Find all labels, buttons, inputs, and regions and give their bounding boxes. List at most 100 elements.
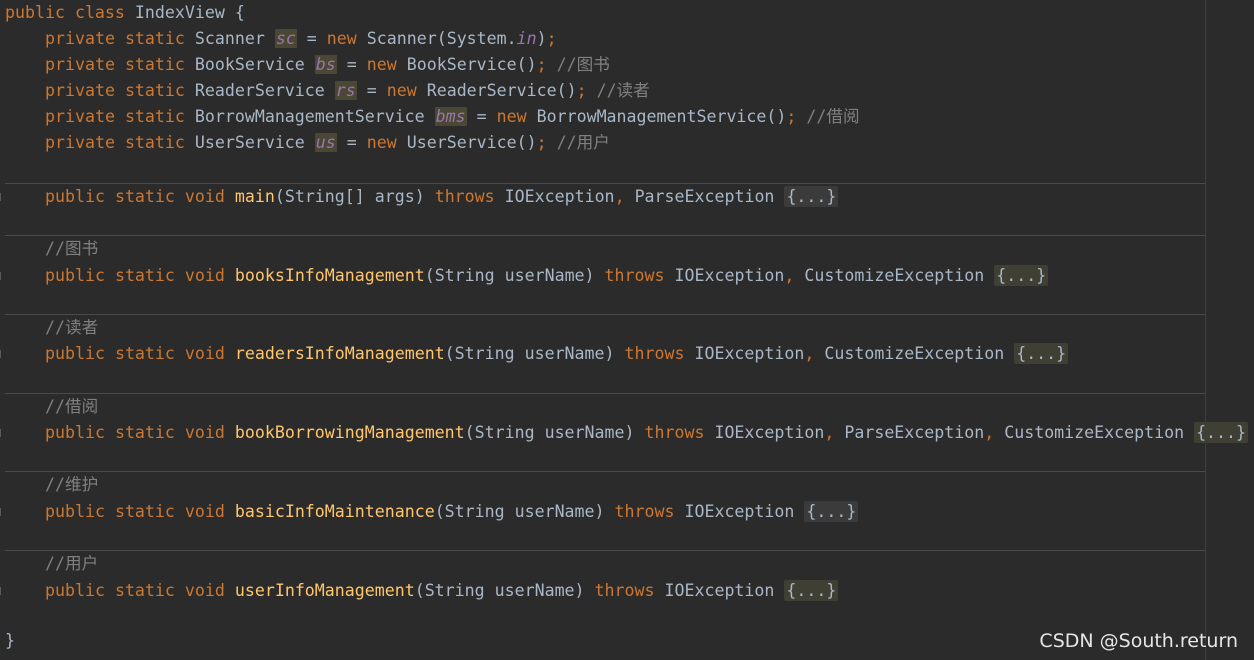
open-brace: { — [234, 3, 245, 22]
kw-public: public — [45, 502, 105, 521]
field-declaration-line: private static BookService bs = new Book… — [45, 55, 610, 74]
line-comment: //读者 — [596, 81, 650, 100]
line-comment: //借阅 — [806, 107, 860, 126]
method-comment-line: //维护 — [5, 472, 98, 498]
method-separator — [5, 550, 1205, 551]
folded-body-button[interactable]: {...} — [1014, 343, 1069, 364]
field-declaration-line: private static ReaderService rs = new Re… — [45, 81, 650, 100]
kw-public: public — [45, 423, 105, 442]
kw-void: void — [184, 266, 225, 285]
method-comment: //图书 — [45, 239, 99, 258]
constructor-call: ReaderService() — [426, 81, 577, 100]
field-name[interactable]: rs — [334, 81, 357, 100]
constructor-call: BorrowManagementService() — [536, 107, 787, 126]
class-name: IndexView — [134, 3, 225, 22]
method-comment-line: //读者 — [5, 315, 98, 341]
constructor-call: Scanner(System. — [366, 29, 517, 48]
fold-gutter-icon[interactable] — [0, 508, 4, 516]
method-signature-line: public static void basicInfoMaintenance(… — [5, 499, 859, 525]
exception-type: CustomizeException — [824, 344, 1005, 363]
constructor-close: ) — [536, 29, 547, 48]
class-declaration-line: public class IndexView { — [5, 0, 245, 26]
kw-private: private — [45, 81, 115, 100]
exception-type: IOException — [674, 266, 785, 285]
kw-static: static — [124, 133, 185, 152]
kw-throws: throws — [604, 266, 665, 285]
exception-type: IOException — [684, 502, 795, 521]
comma: , — [824, 423, 835, 442]
kw-static: static — [114, 344, 175, 363]
method-comment-line: //用户 — [5, 551, 98, 577]
kw-void: void — [184, 344, 225, 363]
folded-body-button[interactable]: {...} — [804, 501, 859, 522]
exception-type: IOException — [714, 423, 825, 442]
field-type: BookService — [194, 55, 305, 74]
field-declaration-line: private static Scanner sc = new Scanner(… — [45, 29, 557, 48]
exception-type: IOException — [504, 187, 615, 206]
folded-body-button[interactable]: {...} — [784, 580, 839, 601]
method-signature-line: public static void bookBorrowingManageme… — [5, 420, 1249, 446]
kw-throws: throws — [624, 344, 685, 363]
kw-static: static — [114, 581, 175, 600]
kw-static: static — [114, 187, 175, 206]
fold-gutter-icon[interactable] — [0, 429, 4, 437]
method-separator — [5, 393, 1205, 394]
method-params: (String userName) — [424, 266, 595, 285]
code-editor[interactable]: public class IndexView { private static … — [0, 0, 1254, 660]
field-name[interactable]: bms — [434, 107, 467, 126]
exception-type: ParseException — [634, 187, 775, 206]
kw-static: static — [114, 266, 175, 285]
kw-private: private — [45, 107, 115, 126]
kw-public: public — [45, 266, 105, 285]
method-separator — [5, 235, 1205, 236]
kw-static: static — [114, 502, 175, 521]
exception-type: ParseException — [844, 423, 985, 442]
kw-new: new — [496, 107, 527, 126]
kw-throws: throws — [594, 581, 655, 600]
fold-gutter-icon[interactable] — [0, 193, 4, 201]
method-params: (String userName) — [464, 423, 635, 442]
field-type: UserService — [194, 133, 305, 152]
kw-private: private — [45, 55, 115, 74]
folded-body-button[interactable]: {...} — [1194, 422, 1249, 443]
kw-new: new — [326, 29, 357, 48]
fold-gutter-icon[interactable] — [0, 350, 4, 358]
method-params: (String userName) — [434, 502, 605, 521]
constructor-call: UserService() — [406, 133, 537, 152]
right-margin-guide — [1205, 0, 1206, 660]
field-type: BorrowManagementService — [194, 107, 425, 126]
static-field-ref: in — [516, 29, 537, 48]
kw-static: static — [124, 107, 185, 126]
method-name: userInfoManagement — [234, 581, 415, 600]
exception-type: CustomizeException — [804, 266, 985, 285]
field-name[interactable]: us — [314, 133, 337, 152]
folded-body-button[interactable]: {...} — [784, 186, 839, 207]
semicolon: ; — [546, 29, 557, 48]
field-name[interactable]: sc — [274, 29, 297, 48]
method-signature-line: public static void readersInfoManagement… — [5, 341, 1069, 367]
method-name: basicInfoMaintenance — [234, 502, 435, 521]
line-comment: //图书 — [556, 55, 610, 74]
kw-public: public — [45, 581, 105, 600]
field-type: ReaderService — [194, 81, 325, 100]
field-name[interactable]: bs — [314, 55, 337, 74]
comma: , — [784, 266, 795, 285]
fold-gutter-icon[interactable] — [0, 587, 4, 595]
semicolon: ; — [786, 107, 797, 126]
method-comment-line: //图书 — [5, 236, 98, 262]
method-name: readersInfoManagement — [234, 344, 445, 363]
method-name: booksInfoManagement — [234, 266, 425, 285]
method-comment: //维护 — [45, 475, 99, 494]
method-comment: //用户 — [45, 554, 99, 573]
folded-body-button[interactable]: {...} — [994, 265, 1049, 286]
semicolon: ; — [536, 133, 547, 152]
kw-new: new — [366, 133, 397, 152]
fold-gutter-icon[interactable] — [0, 272, 4, 280]
kw-public: public — [45, 344, 105, 363]
kw-static: static — [124, 81, 185, 100]
method-comment: //借阅 — [45, 397, 99, 416]
kw-static: static — [124, 55, 185, 74]
kw-void: void — [184, 423, 225, 442]
method-separator — [5, 314, 1205, 315]
kw-void: void — [184, 502, 225, 521]
